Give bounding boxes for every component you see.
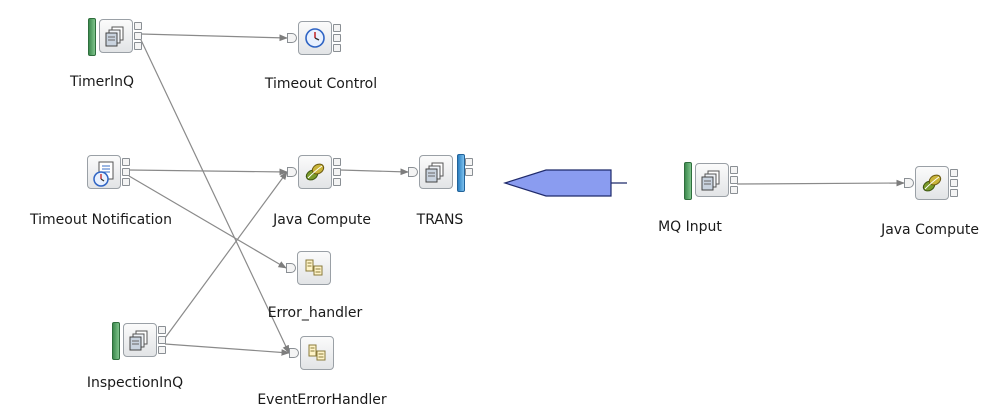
connection-java-compute-1-to-trans[interactable] <box>339 168 409 176</box>
node-label-timeout-notification: Timeout Notification <box>30 212 172 228</box>
java-bean-icon <box>921 172 943 198</box>
node-body <box>695 163 729 197</box>
transform-arrow <box>503 169 627 197</box>
subflow-icon <box>303 257 325 283</box>
output-terminal[interactable] <box>134 22 142 30</box>
node-label-error-handler: Error_handler <box>267 305 363 321</box>
node-timerinq[interactable] <box>88 18 142 56</box>
node-error-handler[interactable] <box>286 251 331 285</box>
output-terminal[interactable] <box>465 158 473 166</box>
queue-output-icon <box>425 161 447 187</box>
node-inspectioninq[interactable] <box>112 322 166 360</box>
queue-input-icon <box>701 169 723 195</box>
output-terminal[interactable] <box>158 336 166 344</box>
connection-inspectioninq-to-event-error-handler[interactable] <box>164 343 290 356</box>
node-label-trans: TRANS <box>416 212 464 228</box>
node-label-inspectioninq: InspectionInQ <box>86 375 184 391</box>
output-terminal[interactable] <box>134 32 142 40</box>
connection-mq-input-to-java-compute-2[interactable] <box>736 179 905 187</box>
input-terminal[interactable] <box>408 167 418 177</box>
connection-timeout-notification-to-java-compute-1[interactable] <box>128 168 288 176</box>
output-terminal[interactable] <box>333 168 341 176</box>
node-label-event-error-handler: EventErrorHandler <box>257 392 387 408</box>
output-terminal[interactable] <box>333 34 341 42</box>
node-java-compute-2[interactable] <box>904 166 958 200</box>
input-terminal[interactable] <box>287 33 297 43</box>
node-body <box>915 166 949 200</box>
input-terminal-bar <box>112 322 120 360</box>
output-terminal[interactable] <box>950 179 958 187</box>
input-terminal-bar <box>88 18 96 56</box>
node-body <box>297 251 331 285</box>
java-bean-icon <box>304 161 326 187</box>
node-timeout-notification[interactable] <box>87 155 130 189</box>
node-body <box>99 19 133 53</box>
node-mq-input[interactable] <box>684 162 738 200</box>
node-body <box>419 155 453 189</box>
output-terminal[interactable] <box>134 42 142 50</box>
node-body <box>298 21 332 55</box>
output-terminal[interactable] <box>730 186 738 194</box>
node-label-java-compute-1: Java Compute <box>273 212 371 228</box>
subflow-icon <box>306 342 328 368</box>
node-label-mq-input: MQ Input <box>658 219 722 235</box>
output-terminal[interactable] <box>158 346 166 354</box>
output-terminal[interactable] <box>333 178 341 186</box>
input-terminal[interactable] <box>287 167 297 177</box>
node-label-timeout-control: Timeout Control <box>264 76 378 92</box>
connections-layer <box>128 33 905 356</box>
connection-timerinq-to-timeout-control[interactable] <box>140 33 288 42</box>
queue-input-icon <box>129 329 151 355</box>
node-body <box>300 336 334 370</box>
output-terminal[interactable] <box>333 44 341 52</box>
input-terminal-bar <box>684 162 692 200</box>
output-terminal[interactable] <box>465 168 473 176</box>
output-terminal[interactable] <box>730 166 738 174</box>
output-terminal[interactable] <box>333 158 341 166</box>
input-terminal[interactable] <box>286 263 296 273</box>
node-body <box>123 323 157 357</box>
clock-document-icon <box>93 161 117 191</box>
input-terminal[interactable] <box>289 348 299 358</box>
queue-input-icon <box>105 25 127 51</box>
node-timeout-control[interactable] <box>287 21 341 55</box>
output-terminal[interactable] <box>950 189 958 197</box>
node-event-error-handler[interactable] <box>289 336 334 370</box>
output-terminal[interactable] <box>158 326 166 334</box>
output-terminal[interactable] <box>122 178 130 186</box>
node-label-timerinq: TimerInQ <box>69 74 135 90</box>
output-terminal-bar <box>457 154 465 192</box>
node-trans[interactable] <box>408 154 473 192</box>
node-label-java-compute-2: Java Compute <box>881 222 979 238</box>
node-java-compute-1[interactable] <box>287 155 341 189</box>
input-terminal[interactable] <box>904 178 914 188</box>
output-terminal[interactable] <box>950 169 958 177</box>
output-terminal[interactable] <box>122 168 130 176</box>
output-terminal[interactable] <box>122 158 130 166</box>
node-body <box>298 155 332 189</box>
output-terminal[interactable] <box>333 24 341 32</box>
node-body <box>87 155 121 189</box>
clock-icon <box>304 27 326 53</box>
output-terminal[interactable] <box>730 176 738 184</box>
